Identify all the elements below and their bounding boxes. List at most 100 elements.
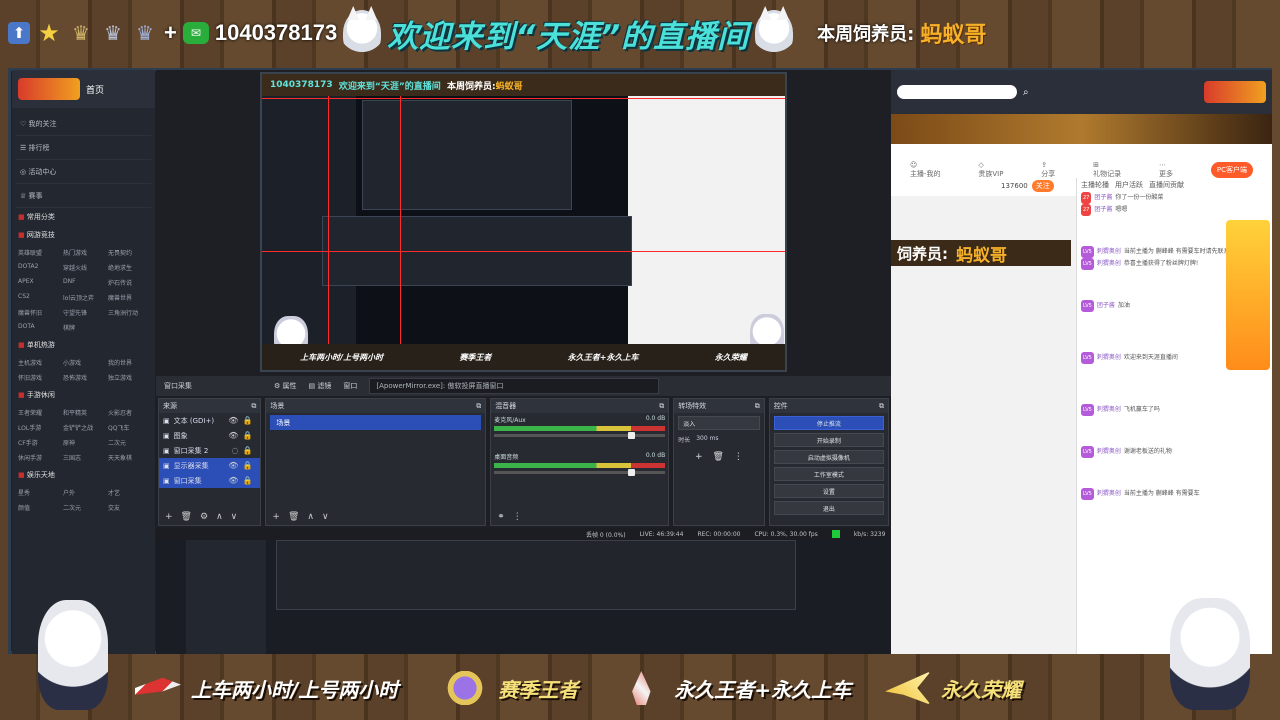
eye-off-icon[interactable]: ◌ [231,446,238,455]
chat-tab[interactable]: 直播间贡献 [1149,180,1184,192]
gift-icon[interactable]: ⊞ 礼物记录 [1093,161,1121,179]
category-item[interactable]: 颜值 [18,503,59,512]
source-item[interactable]: ▣ 图象 👁 🔒 [159,428,260,443]
category-item[interactable]: LOL手游 [18,423,59,432]
category-item[interactable]: DOTA [18,323,59,332]
chat-tab[interactable]: 主播轮播 [1081,180,1109,192]
category-item[interactable]: DNF [63,278,104,287]
sidebar-item-rank[interactable]: ☰ 排行榜 [16,136,151,160]
category-item[interactable]: 英雄联盟 [18,248,59,257]
dock-popout-icon[interactable]: ⧉ [659,402,664,411]
category-item[interactable]: 怀旧游戏 [18,373,59,382]
home-link[interactable]: 首页 [86,83,104,96]
properties-button[interactable]: ⚙ 属性 [274,381,297,391]
diamond-icon[interactable]: ◇ 贵族VIP [978,161,1003,179]
follow-button[interactable]: 关注 [1031,180,1054,192]
studio-mode-button[interactable]: 工作室模式 [773,467,885,481]
pc-client-button[interactable]: PC客户端 [1210,162,1254,178]
site-logo[interactable] [1204,81,1266,103]
category-item[interactable]: APEX [18,278,59,287]
window-select[interactable]: [ApowerMirror.exe]: 傲软投屏直播窗口 [369,378,660,394]
scene-item[interactable]: 场景 [270,415,482,430]
category-item[interactable]: 我的世界 [108,358,149,367]
category-item[interactable]: 无畏契约 [108,248,149,257]
add-icon[interactable]: + [272,512,280,522]
site-logo[interactable] [18,78,80,100]
chat-tab[interactable]: 用户活跃 [1115,180,1143,192]
dock-popout-icon[interactable]: ⧉ [476,402,481,411]
category-item[interactable]: CF手游 [18,438,59,447]
category-item[interactable]: CS2 [18,293,59,302]
eye-icon[interactable]: 👁 [228,431,238,440]
duration-input[interactable]: 300 ms [696,435,718,444]
sidebar-item-events[interactable]: ♕ 赛事 [16,184,151,208]
source-item-selected[interactable]: ▣ 窗口采集 👁 🔒 [159,473,261,488]
category-item[interactable]: 三国志 [63,453,104,462]
eye-icon[interactable]: 👁 [228,416,238,425]
category-item[interactable]: QQ飞车 [108,423,149,432]
category-item[interactable]: 魔兽世界 [108,293,149,302]
start-recording-button[interactable]: 开始录制 [773,433,885,447]
lock-icon[interactable]: 🔒 [242,461,252,470]
source-item-selected[interactable]: ▣ 显示器采集 👁 🔒 [159,458,261,473]
dock-popout-icon[interactable]: ⧉ [879,402,884,411]
transition-select[interactable]: 淡入 [678,416,760,430]
sidebar-item-follow[interactable]: ♡ 我的关注 [16,112,151,136]
category-item[interactable]: 二次元 [108,438,149,447]
settings-button[interactable]: 设置 [773,484,885,498]
down-icon[interactable]: ∨ [231,512,238,522]
category-item[interactable]: 才艺 [108,488,149,497]
obs-preview[interactable]: 1040378173 欢迎来到“天涯”的直播间 本周饲养员: 蚂蚁哥 上车两小时/… [260,72,787,372]
trash-icon[interactable]: 🗑 [288,512,299,522]
more-icon[interactable]: ⋯ 更多 [1159,161,1173,179]
trash-icon[interactable]: 🗑 [181,512,192,522]
category-item[interactable]: 穿越火线 [63,263,104,272]
down-icon[interactable]: ∨ [322,512,329,522]
category-item[interactable]: DOTA2 [18,263,59,272]
category-item[interactable]: 三角洲行动 [108,308,149,317]
virtual-camera-button[interactable]: 启动虚拟摄像机 [773,450,885,464]
lock-icon[interactable]: 🔒 [242,416,252,425]
category-item[interactable]: lol云顶之弈 [63,293,104,302]
add-icon[interactable]: + [695,452,703,462]
lock-icon[interactable]: 🔒 [242,446,252,455]
user-icon[interactable]: ☺ 主播-我的 [910,161,941,179]
lock-icon[interactable]: 🔒 [242,476,252,485]
category-item[interactable]: 二次元 [63,503,104,512]
search-icon[interactable]: ⌕ [1023,87,1029,98]
sidebar-item-activity[interactable]: ◎ 活动中心 [16,160,151,184]
category-item[interactable]: 守望先锋 [63,308,104,317]
category-item[interactable]: 原神 [63,438,104,447]
category-item[interactable]: 绝地求生 [108,263,149,272]
exit-button[interactable]: 退出 [773,501,885,515]
source-item[interactable]: ▣ 窗口采集 2 ◌ 🔒 [159,443,260,458]
stop-streaming-button[interactable]: 停止推流 [773,416,885,430]
up-icon[interactable]: ∧ [307,512,314,522]
category-item[interactable]: 炉石传说 [108,278,149,287]
category-item[interactable]: 金铲铲之战 [63,423,104,432]
category-item[interactable]: 魔兽怀旧 [18,308,59,317]
add-icon[interactable]: + [165,512,173,522]
category-item[interactable]: 火影忍者 [108,408,149,417]
dock-popout-icon[interactable]: ⧉ [755,402,760,411]
category-item[interactable]: 星秀 [18,488,59,497]
up-icon[interactable]: ∧ [216,512,223,522]
lock-icon[interactable]: 🔒 [242,431,252,440]
filters-button[interactable]: ▤ 滤镜 [309,381,332,391]
source-item[interactable]: ▣ 文本 (GDI+) 👁 🔒 [159,413,260,428]
category-item[interactable]: 独立游戏 [108,373,149,382]
trash-icon[interactable]: 🗑 [712,452,723,462]
volume-slider[interactable] [494,432,666,439]
category-item[interactable]: 恐怖游戏 [63,373,104,382]
category-item[interactable]: 热门游戏 [63,248,104,257]
search-input[interactable] [897,85,1017,99]
share-icon[interactable]: ⇪ 分享 [1041,161,1055,179]
category-item[interactable]: 王者荣耀 [18,408,59,417]
volume-slider[interactable] [494,469,666,476]
category-item[interactable]: 小游戏 [63,358,104,367]
gear-icon[interactable]: ⚙ [200,512,208,522]
promo-banner[interactable] [1226,220,1270,370]
more-icon[interactable]: ⋮ [734,452,743,462]
category-item[interactable]: 和平精英 [63,408,104,417]
link-icon[interactable]: ⚭ [497,512,505,522]
